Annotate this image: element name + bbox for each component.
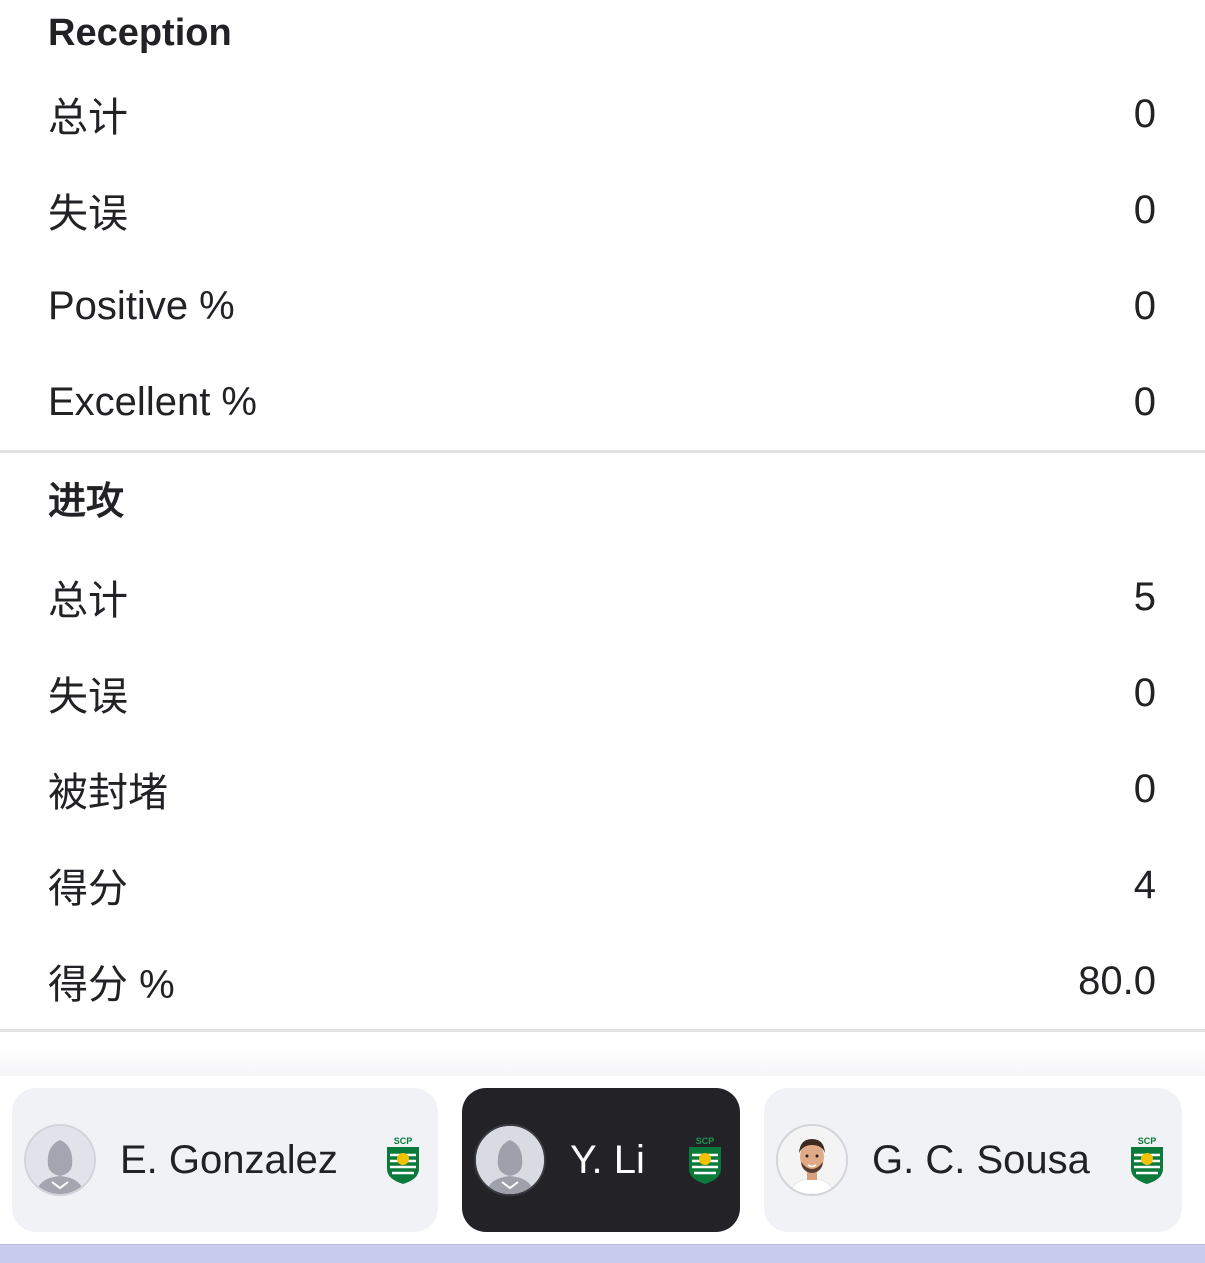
stat-row-reception-total: 总计 0 [0,66,1205,162]
player-chip-e-gonzalez[interactable]: E. Gonzalez SCP [12,1088,438,1232]
section-title-attack: 进攻 [48,481,125,523]
attack-section: 进攻 总计 5 失误 0 被封堵 0 得分 4 得分 % 80.0 [0,453,1205,1032]
bottom-strip [0,1244,1205,1263]
player-chip-g-c-sousa[interactable]: G. C. Sousa SCP [764,1088,1182,1232]
stat-value: 0 [1133,91,1156,136]
stat-value: 4 [1133,862,1156,907]
player-name: G. C. Sousa [872,1137,1090,1182]
player-chip-y-li[interactable]: Y. Li SCP [462,1088,740,1232]
stat-value: 0 [1133,670,1156,715]
stat-label: 总计 [48,96,128,140]
stats-panel: Reception 总计 0 失误 0 Positive % 0 Excelle… [0,0,1205,1032]
svg-text:SCP: SCP [394,1136,413,1146]
reception-section: Reception 总计 0 失误 0 Positive % 0 Excelle… [0,0,1205,453]
svg-text:SCP: SCP [1138,1136,1157,1146]
stat-label: 总计 [48,579,128,623]
stat-label: 被封堵 [48,771,168,815]
section-title-reception: Reception [48,12,232,54]
stat-row-reception-errors: 失误 0 [0,162,1205,258]
sporting-cp-badge-icon: SCP [1131,1136,1163,1184]
stat-value: 80.0 [1078,958,1156,1003]
stat-row-attack-errors: 失误 0 [0,645,1205,741]
stat-label: 得分 % [48,963,175,1007]
player-photo [776,1124,848,1196]
stat-value: 0 [1133,283,1156,328]
stat-label: 得分 [48,867,128,911]
svg-text:SCP: SCP [696,1136,715,1146]
sporting-cp-badge-icon: SCP [689,1136,721,1184]
stat-label: 失误 [48,192,128,236]
stat-value: 0 [1133,379,1156,424]
stat-value: 0 [1133,766,1156,811]
player-name: E. Gonzalez [120,1137,338,1182]
stat-label: Positive % [48,283,235,328]
placeholder-avatar-icon [474,1124,546,1196]
sporting-cp-badge-icon: SCP [387,1136,419,1184]
stat-label: 失误 [48,675,128,719]
stat-row-attack-points: 得分 4 [0,837,1205,933]
stat-row-reception-positive: Positive % 0 [0,258,1205,354]
stat-row-attack-total: 总计 5 [0,549,1205,645]
stat-value: 5 [1133,574,1156,619]
stat-value: 0 [1133,187,1156,232]
stat-row-reception-excellent: Excellent % 0 [0,354,1205,450]
placeholder-avatar-icon [24,1124,96,1196]
panel-divider [0,1046,1205,1076]
stat-row-attack-blocked: 被封堵 0 [0,741,1205,837]
stat-row-attack-points-percent: 得分 % 80.0 [0,933,1205,1029]
stat-label: Excellent % [48,379,257,424]
player-name: Y. Li [570,1137,645,1182]
player-selector: E. Gonzalez SCP Y. Li SCP G. C. Sousa SC… [0,1076,1205,1244]
